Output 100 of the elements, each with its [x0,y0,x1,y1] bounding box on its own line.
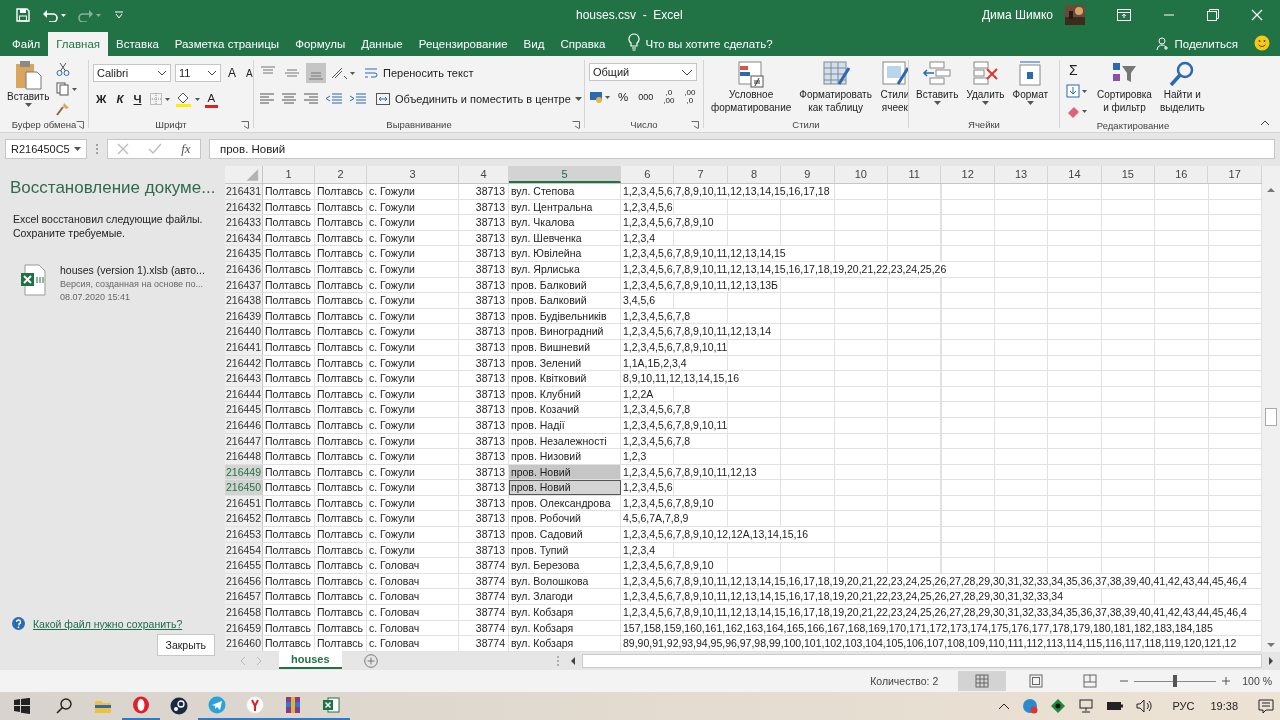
row-header[interactable]: 216450 [225,480,263,495]
network-icon[interactable] [1078,698,1095,714]
battery-icon[interactable] [1106,700,1125,712]
zoom-level[interactable]: 100 % [1242,675,1272,687]
row-header[interactable]: 216455 [225,558,263,573]
column-header[interactable]: 14 [1048,166,1102,183]
decimal-button[interactable]: ,00 ,0 [681,87,699,107]
menu-tab[interactable]: Разметка страницы [166,32,288,56]
column-header[interactable]: 2 [315,166,367,183]
tell-me-field[interactable]: Что вы хотите сделать? [645,32,773,56]
column-header[interactable]: 9 [781,166,835,183]
editing-button[interactable]: Найти и выделить [1156,58,1208,116]
eraser-icon[interactable] [1066,104,1088,118]
row-header[interactable]: 216433 [225,215,263,230]
row-header[interactable]: 216452 [225,511,263,527]
column-header[interactable]: 12 [941,166,995,183]
tray-expand-icon[interactable] [998,702,1011,710]
close-icon[interactable] [1251,9,1263,21]
row-header[interactable]: 216431 [225,184,263,199]
row-header[interactable]: 216448 [225,449,263,464]
cells-button[interactable]: Формат [1009,58,1052,107]
decimal-button[interactable]: ,0 ,00 [660,87,678,107]
row-header[interactable]: 216453 [225,527,263,542]
shrink-font-button[interactable]: A [243,63,256,83]
menu-tab[interactable]: Справка [552,32,614,56]
font-size-field[interactable]: 11 [175,64,221,82]
dialog-launcher-icon[interactable] [241,121,249,129]
font-color-button[interactable]: A [204,90,219,108]
row-header[interactable]: 216443 [225,371,263,386]
help-link[interactable]: Какой файл нужно сохранить? [33,617,183,630]
zoom-thumb[interactable] [1173,675,1178,687]
merge-center-button[interactable]: Объединить и поместить в центре [372,89,585,109]
row-header[interactable]: 216445 [225,402,263,417]
save-icon[interactable] [16,8,30,22]
column-header[interactable]: 10 [834,166,889,183]
view-icon[interactable] [958,671,1007,691]
scroll-right-icon[interactable] [1266,655,1276,666]
cells-button[interactable]: Удалить [963,58,1008,107]
column-header[interactable]: 11 [888,166,942,183]
insert-function-button[interactable]: fx [181,141,191,157]
underline-button[interactable]: Ч [130,89,145,109]
scissors-icon[interactable] [56,62,71,76]
recovered-file-item[interactable]: houses (version 1).xlsb (авто... Версия, созданная на основе по... 08.07.2020 15:41 [10,260,225,306]
tray-app-icon[interactable] [1050,698,1067,714]
column-header[interactable]: 17 [1208,166,1262,183]
smiley-icon[interactable] [1254,35,1270,51]
wrap-text-button[interactable]: Переносить текст [360,63,477,83]
formula-field[interactable]: пров. Новий [209,139,1275,159]
dialog-launcher-icon[interactable] [572,121,580,129]
volume-icon[interactable] [1136,699,1155,713]
column-header[interactable]: 15 [1101,166,1156,183]
language-indicator[interactable]: РУС [1172,700,1195,712]
scrollbar-thumb[interactable] [582,653,1262,668]
border-icon[interactable] [148,92,171,106]
drag-handle-icon[interactable] [95,143,99,155]
currency-icon[interactable] [589,90,611,104]
fill-color-icon[interactable] [174,91,201,107]
row-header[interactable]: 216460 [225,636,263,651]
menu-tab[interactable]: Рецензирование [410,32,516,56]
fill-down-icon[interactable] [1066,84,1088,98]
dialog-launcher-icon[interactable] [76,121,84,129]
collapse-ribbon-icon[interactable] [1260,120,1270,126]
redo-icon[interactable] [78,8,102,22]
close-button[interactable]: Закрыть [156,634,215,656]
scrollbar-thumb[interactable] [1265,408,1277,427]
zoom-in-icon[interactable] [1222,677,1231,685]
italic-button[interactable]: К [113,89,127,109]
column-header[interactable]: 1 [263,166,315,183]
row-header[interactable]: 216435 [225,246,263,261]
notifications-icon[interactable] [1258,698,1274,714]
number-format-field[interactable]: Общий [589,63,697,81]
style-button[interactable]: Условное форматирование [708,58,795,116]
menu-tab[interactable]: Файл [4,32,49,56]
check-icon[interactable] [148,143,163,155]
name-box[interactable]: R216450C5 [5,139,87,159]
row-header[interactable]: 216457 [225,589,263,605]
column-header[interactable]: 8 [727,166,782,183]
menu-tab[interactable]: Данные [353,32,411,56]
row-header[interactable]: 216458 [225,605,263,620]
font-name-field[interactable]: Calibri [93,64,171,82]
scroll-up-icon[interactable] [1265,186,1277,194]
thousands-button[interactable]: 000 [635,87,657,107]
menu-tab[interactable]: Вид [515,32,553,56]
clock[interactable]: 19:38 [1210,700,1238,712]
column-header[interactable]: 13 [994,166,1049,183]
percent-button[interactable]: % [615,87,632,107]
column-header[interactable]: 7 [674,166,728,183]
format-painter-icon[interactable] [56,102,71,116]
column-header[interactable]: 16 [1155,166,1209,183]
copy-icon[interactable] [56,82,79,96]
column-header[interactable]: 5 [509,166,621,183]
menu-tab[interactable]: Главная [48,32,109,56]
column-header[interactable]: 3 [367,166,459,183]
orientation-icon[interactable] [330,66,356,80]
restore-icon[interactable] [1207,9,1219,21]
row-header[interactable]: 216440 [225,324,263,339]
sheet-tab[interactable]: houses [279,650,342,670]
menu-tab[interactable]: Формулы [287,32,354,56]
windows-start-icon[interactable] [14,698,30,714]
menu-tab[interactable]: Вставка [108,32,167,56]
